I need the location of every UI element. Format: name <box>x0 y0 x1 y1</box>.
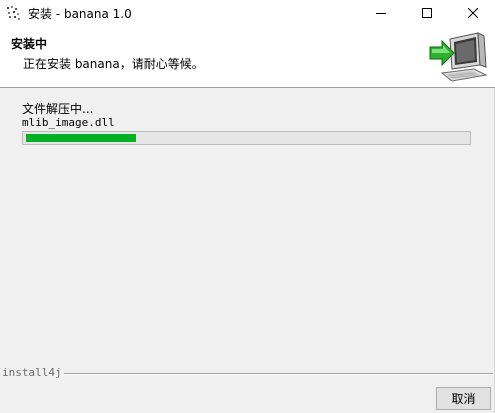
maximize-icon <box>422 7 432 18</box>
header-title: 安装中 <box>11 37 48 51</box>
header-panel: 安装中 正在安装 banana，请耐心等候。 <box>0 25 495 88</box>
install-computer-arrow-icon <box>428 29 490 85</box>
progress-bar <box>22 131 471 145</box>
installer-window: 安装 - banana 1.0 安装中 正在安装 banana，请耐心等候。 文… <box>0 0 495 413</box>
title-bar[interactable]: 安装 - banana 1.0 <box>0 0 495 25</box>
minimize-icon <box>376 12 386 14</box>
footer-divider <box>64 373 493 375</box>
status-label: 文件解压中... <box>22 102 94 116</box>
current-file-label: mlib_image.dll <box>22 116 115 129</box>
app-icon <box>6 5 22 21</box>
minimize-button[interactable] <box>358 0 404 25</box>
cancel-button[interactable]: 取消 <box>436 387 491 410</box>
progress-bar-fill <box>26 134 136 142</box>
close-button[interactable] <box>450 0 495 25</box>
maximize-button[interactable] <box>404 0 450 25</box>
window-title: 安装 - banana 1.0 <box>28 7 132 21</box>
header-subtitle: 正在安装 banana，请耐心等候。 <box>23 57 204 71</box>
close-icon <box>468 7 478 18</box>
brand-label: install4j <box>2 366 62 379</box>
